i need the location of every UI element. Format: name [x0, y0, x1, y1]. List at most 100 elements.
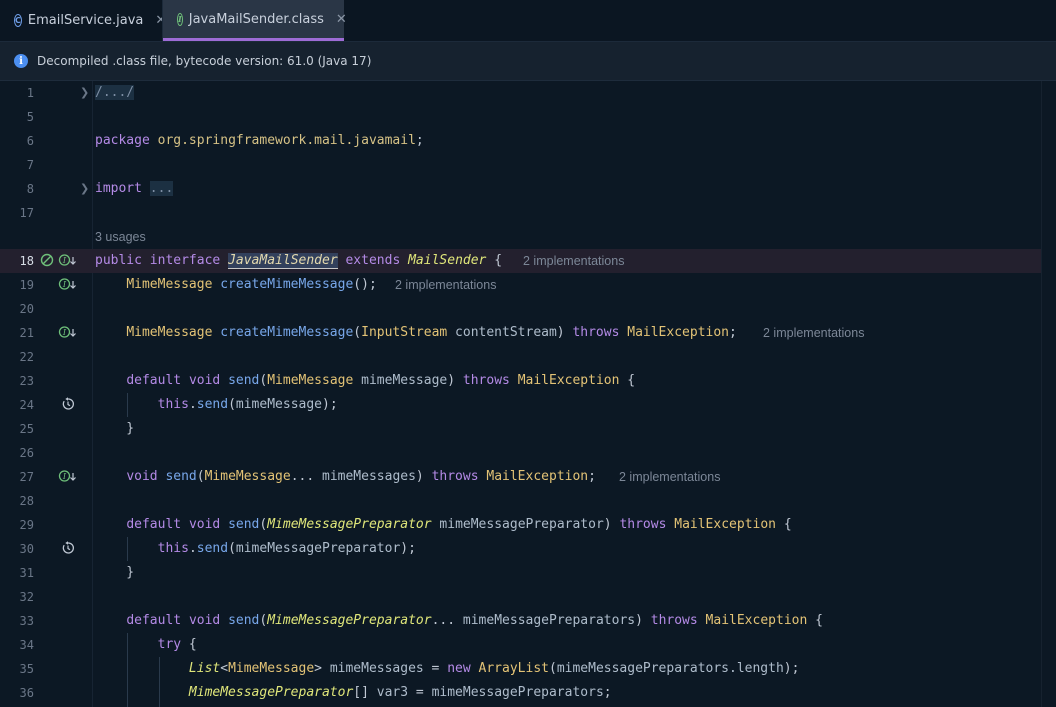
code-line: 8 ❯ import ... [0, 177, 1042, 201]
info-icon: i [14, 54, 28, 68]
keyword: default [126, 373, 182, 388]
method-call[interactable]: send [197, 397, 228, 412]
keyword: void [188, 517, 221, 532]
type: List [188, 661, 221, 676]
fold-chevron-icon[interactable]: ❯ [80, 81, 89, 105]
method-name[interactable]: send [228, 373, 259, 388]
method-name[interactable]: send [228, 613, 259, 628]
keyword: throws [462, 373, 510, 388]
package-name: org.springframework.mail.javamail [157, 133, 416, 148]
usages-hint[interactable]: 3 usages [95, 225, 146, 249]
decompiled-notice: i Decompiled .class file, bytecode versi… [0, 42, 1056, 81]
code-line: 27 I void send(MimeMessage... mimeMessag… [0, 465, 1042, 489]
line-number: 27 [19, 470, 34, 484]
folded-imports[interactable]: ... [149, 181, 174, 196]
code-line: 6 package org.springframework.mail.javam… [0, 129, 1042, 153]
code-line: 30 this.send(mimeMessagePreparator); [0, 537, 1042, 561]
code-line: 1 ❯ /.../ [0, 81, 1042, 105]
implemented-down-icon[interactable]: I [58, 469, 78, 483]
line-number: 7 [26, 158, 34, 172]
method-name[interactable]: createMimeMessage [220, 277, 353, 292]
line-number: 32 [19, 590, 34, 604]
class-icon: C [14, 14, 22, 27]
exception-type: MailException [517, 373, 620, 388]
close-icon[interactable]: ✕ [336, 12, 347, 27]
exception-type: MailException [674, 517, 776, 532]
implemented-down-icon[interactable]: I [58, 325, 78, 339]
tab-emailservice[interactable]: C EmailService.java ✕ [0, 0, 166, 41]
implementations-hint[interactable]: 2 implementations [619, 465, 720, 489]
param-name: mimeMessagePreparator [439, 517, 604, 532]
line-number: 33 [19, 614, 34, 628]
line-number: 29 [19, 518, 34, 532]
keyword: void [126, 469, 158, 484]
param-type: MimeMessagePreparator [267, 517, 432, 532]
variable: mimeMessages [329, 661, 424, 676]
line-number: 8 [26, 182, 34, 196]
interface-name[interactable]: JavaMailSender [228, 253, 338, 269]
svg-text:I: I [62, 472, 67, 481]
line-number: 36 [19, 686, 34, 700]
keyword: public [95, 253, 142, 268]
folded-comment[interactable]: /.../ [95, 85, 135, 100]
code-editor[interactable]: 1 ❯ /.../ 5 6 package org.springframewor… [0, 81, 1056, 707]
line-number: 5 [26, 110, 34, 124]
implementations-hint[interactable]: 2 implementations [395, 273, 496, 297]
line-number: 26 [19, 446, 34, 460]
param-type: MimeMessagePreparator [267, 613, 432, 628]
param-type: InputStream [361, 325, 448, 340]
line-number: 35 [19, 662, 34, 676]
keyword: extends [345, 253, 401, 268]
notice-text: Decompiled .class file, bytecode version… [37, 54, 372, 68]
line-number: 23 [19, 374, 34, 388]
tab-label: EmailService.java [27, 13, 144, 28]
recursive-call-icon[interactable] [61, 397, 75, 411]
line-number: 20 [19, 302, 34, 316]
method-call[interactable]: send [197, 541, 228, 556]
line-number: 22 [19, 350, 34, 364]
code-line: 28 [0, 489, 1042, 513]
keyword: default [126, 613, 182, 628]
code-line: 31 } [0, 561, 1042, 585]
line-number: 17 [19, 206, 34, 220]
svg-text:I: I [62, 280, 67, 289]
line-number: 1 [26, 86, 34, 100]
keyword: this [157, 541, 189, 556]
line-number: 24 [19, 398, 34, 412]
implemented-down-icon[interactable]: I [58, 277, 78, 291]
code-line: 20 [0, 297, 1042, 321]
line-number: 21 [19, 326, 34, 340]
code-line: 23 default void send(MimeMessage mimeMes… [0, 369, 1042, 393]
code-line: 19 I MimeMessage createMimeMessage(); 2 … [0, 273, 1042, 297]
line-number: 6 [26, 134, 34, 148]
interface-icon: I [177, 12, 183, 26]
type: MimeMessagePreparator [188, 685, 354, 700]
recursive-call-icon[interactable] [61, 541, 75, 555]
tab-javamailsender[interactable]: I JavaMailSender.class ✕ [163, 0, 347, 41]
param-type: MimeMessage [204, 469, 291, 484]
method-name[interactable]: createMimeMessage [220, 325, 353, 340]
method-name[interactable]: send [228, 517, 259, 532]
suppress-icon[interactable] [40, 253, 54, 267]
keyword: import [95, 181, 142, 196]
super-interface[interactable]: MailSender [408, 253, 486, 268]
keyword: this [157, 397, 189, 412]
fold-chevron-icon[interactable]: ❯ [80, 177, 89, 201]
implementations-hint[interactable]: 2 implementations [523, 249, 624, 273]
vertical-scrollbar[interactable] [1041, 81, 1056, 707]
code-line: 7 [0, 153, 1042, 177]
implementations-hint[interactable]: 2 implementations [763, 321, 864, 345]
keyword: throws [431, 469, 479, 484]
line-number: 30 [19, 542, 34, 556]
line-number: 31 [19, 566, 34, 580]
code-line: 25 } [0, 417, 1042, 441]
keyword: default [126, 517, 182, 532]
keyword: interface [149, 253, 221, 268]
code-line: 35 List<MimeMessage> mimeMessages = new … [0, 657, 1042, 681]
line-number: 28 [19, 494, 34, 508]
method-name[interactable]: send [165, 469, 196, 484]
tab-label: JavaMailSender.class [188, 11, 324, 27]
implemented-down-icon[interactable]: I [58, 253, 78, 267]
generic-type: MimeMessage [228, 661, 315, 676]
line-number: 18 [19, 254, 34, 268]
